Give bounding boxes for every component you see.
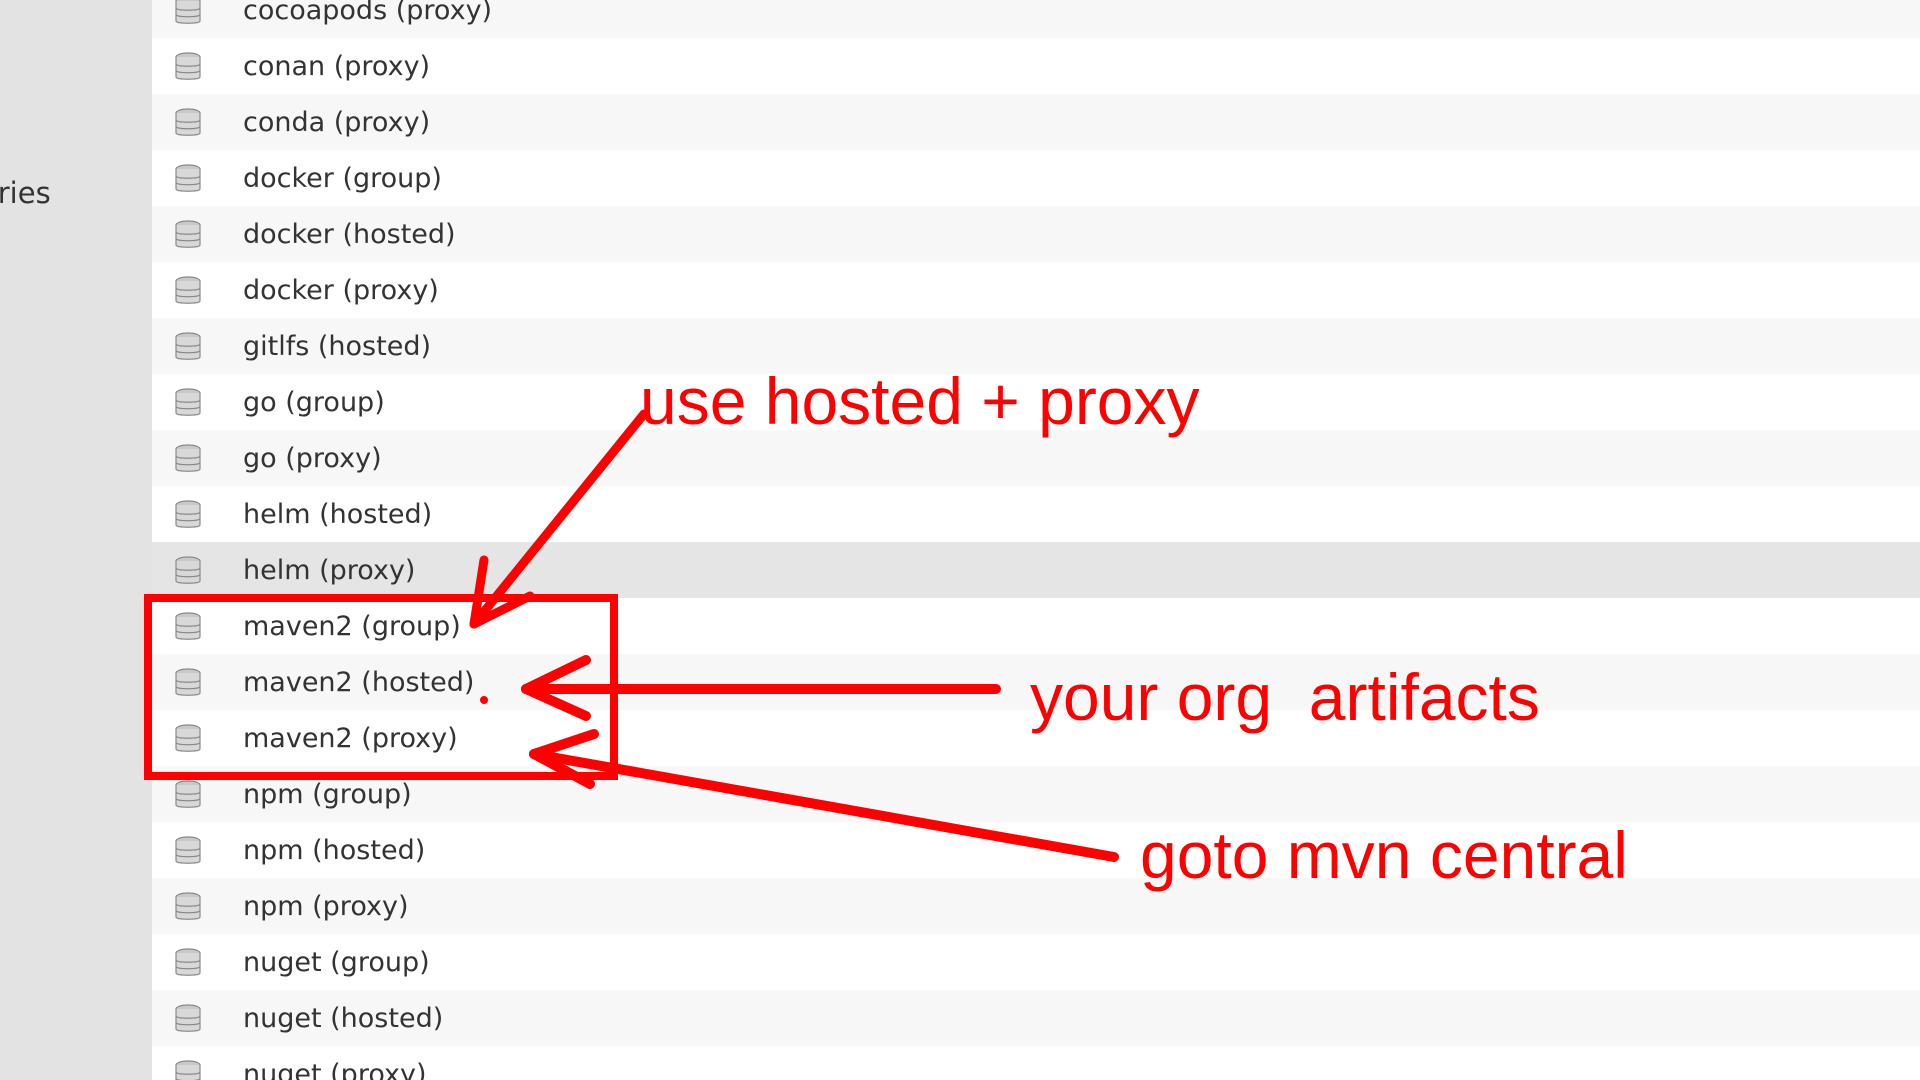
database-icon bbox=[175, 948, 201, 976]
repository-name: npm (group) bbox=[243, 778, 412, 810]
repository-name: nuget (group) bbox=[243, 946, 430, 978]
database-icon bbox=[175, 52, 201, 80]
table-row[interactable]: nuget (group) bbox=[152, 934, 1920, 990]
repository-name: maven2 (proxy) bbox=[243, 722, 458, 754]
repository-name: helm (hosted) bbox=[243, 498, 433, 530]
repository-list: cocoapods (proxy) conan (proxy) conda (pro… bbox=[152, 0, 1920, 1080]
repository-name: maven2 (hosted) bbox=[243, 666, 475, 698]
database-icon bbox=[175, 108, 201, 136]
database-icon bbox=[175, 1004, 201, 1032]
table-row[interactable]: nuget (proxy) bbox=[152, 1046, 1920, 1080]
database-icon bbox=[175, 332, 201, 360]
repository-name: conda (proxy) bbox=[243, 106, 431, 138]
database-icon bbox=[175, 164, 201, 192]
database-icon bbox=[175, 724, 201, 752]
table-row[interactable]: cocoapods (proxy) bbox=[152, 0, 1920, 38]
repository-name: nuget (proxy) bbox=[243, 1058, 427, 1080]
repository-name: npm (proxy) bbox=[243, 890, 409, 922]
database-icon bbox=[175, 388, 201, 416]
repository-name: cocoapods (proxy) bbox=[243, 0, 493, 26]
database-icon bbox=[175, 220, 201, 248]
repository-name: gitlfs (hosted) bbox=[243, 330, 431, 362]
table-row[interactable]: npm (proxy) bbox=[152, 878, 1920, 934]
repository-name: conan (proxy) bbox=[243, 50, 431, 82]
table-row[interactable]: helm (hosted) bbox=[152, 486, 1920, 542]
database-icon bbox=[175, 836, 201, 864]
table-row[interactable]: docker (group) bbox=[152, 150, 1920, 206]
sidebar-item-repositories[interactable]: ories bbox=[0, 176, 51, 210]
table-row[interactable]: docker (proxy) bbox=[152, 262, 1920, 318]
repository-name: docker (proxy) bbox=[243, 274, 439, 306]
repository-name: docker (group) bbox=[243, 162, 442, 194]
table-row[interactable]: maven2 (group) bbox=[152, 598, 1920, 654]
database-icon bbox=[175, 444, 201, 472]
annotation-use-hosted-proxy: use hosted + proxy bbox=[640, 364, 1200, 438]
table-row[interactable]: npm (group) bbox=[152, 766, 1920, 822]
annotation-goto-mvn-central: goto mvn central bbox=[1140, 818, 1628, 892]
sidebar: ories bbox=[0, 0, 152, 1080]
database-icon bbox=[175, 668, 201, 696]
database-icon bbox=[175, 500, 201, 528]
database-icon bbox=[175, 276, 201, 304]
repository-name: go (proxy) bbox=[243, 442, 382, 474]
database-icon bbox=[175, 556, 201, 584]
repository-name: maven2 (group) bbox=[243, 610, 461, 642]
database-icon bbox=[175, 780, 201, 808]
table-row[interactable]: nuget (hosted) bbox=[152, 990, 1920, 1046]
repository-name: nuget (hosted) bbox=[243, 1002, 444, 1034]
table-row[interactable]: conda (proxy) bbox=[152, 94, 1920, 150]
repository-name: npm (hosted) bbox=[243, 834, 426, 866]
database-icon bbox=[175, 612, 201, 640]
database-icon bbox=[175, 1060, 201, 1080]
database-icon bbox=[175, 892, 201, 920]
table-row[interactable]: conan (proxy) bbox=[152, 38, 1920, 94]
repository-name: go (group) bbox=[243, 386, 385, 418]
table-row[interactable]: docker (hosted) bbox=[152, 206, 1920, 262]
annotation-your-org-artifacts: your org artifacts bbox=[1030, 660, 1540, 734]
table-row[interactable]: go (proxy) bbox=[152, 430, 1920, 486]
repository-name: docker (hosted) bbox=[243, 218, 456, 250]
table-row[interactable]: npm (hosted) bbox=[152, 822, 1920, 878]
table-row[interactable]: helm (proxy) bbox=[152, 542, 1920, 598]
repository-name: helm (proxy) bbox=[243, 554, 416, 586]
page: ories cocoapods (proxy) conan (proxy) cond… bbox=[0, 0, 1920, 1080]
database-icon bbox=[175, 0, 201, 24]
